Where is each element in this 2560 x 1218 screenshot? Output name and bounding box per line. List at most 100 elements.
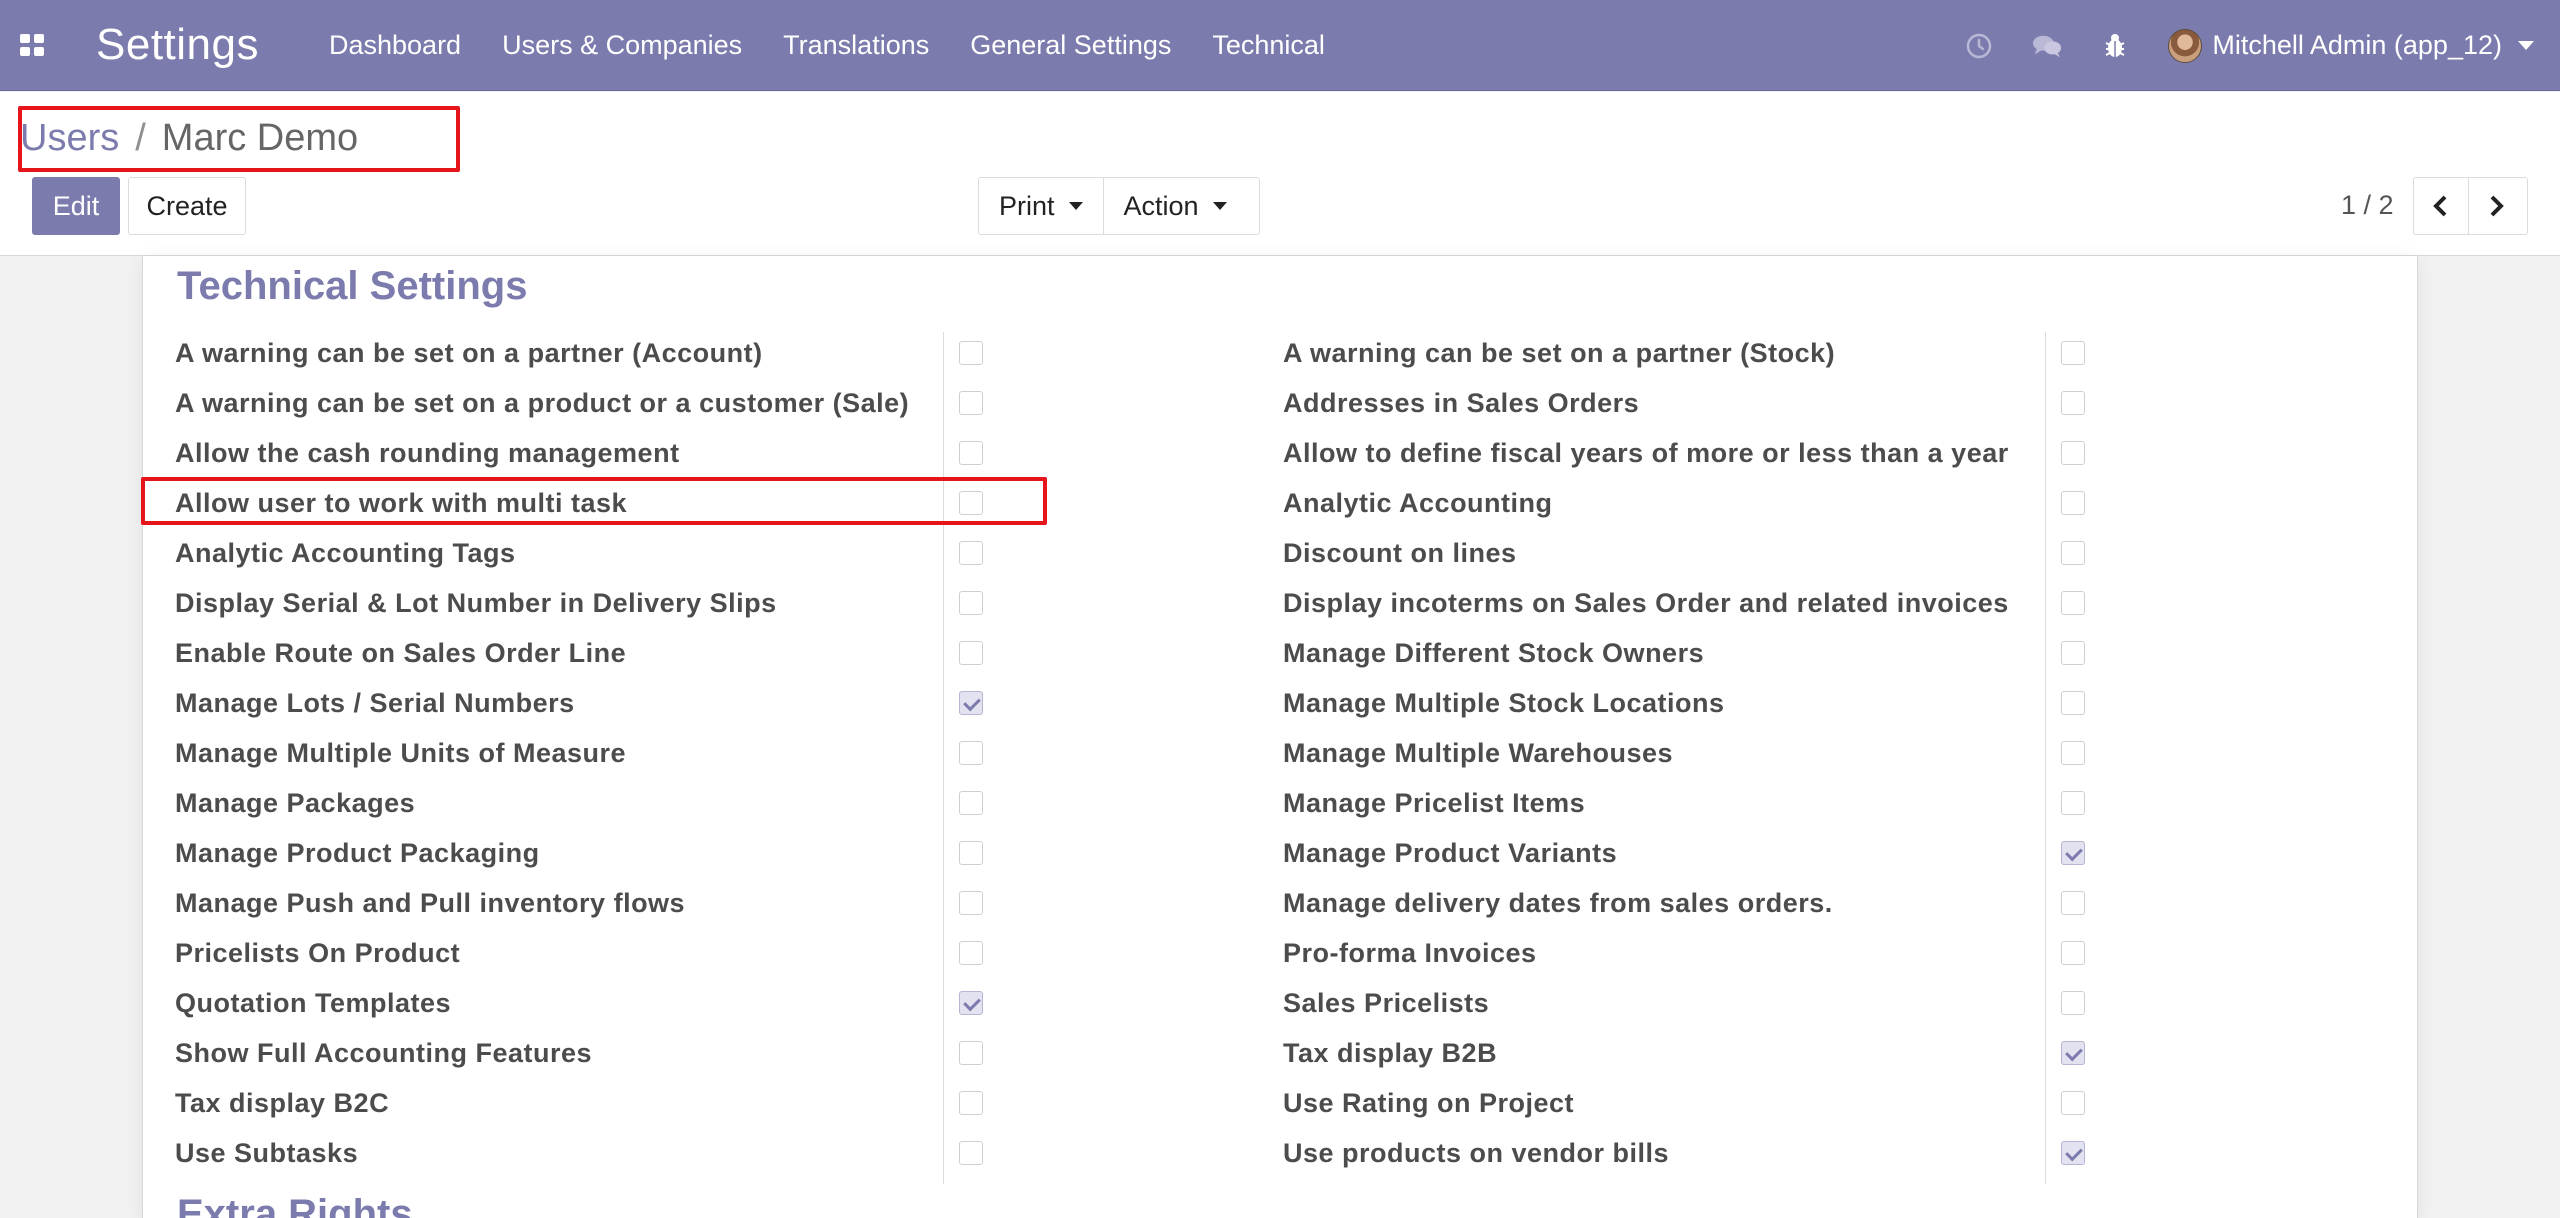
pager-previous-button[interactable] — [2414, 178, 2468, 234]
setting-checkbox[interactable] — [959, 1041, 983, 1065]
breadcrumb-users-link[interactable]: Users — [20, 117, 119, 160]
setting-label: Manage Lots / Serial Numbers — [175, 687, 575, 718]
setting-label: Manage delivery dates from sales orders. — [1283, 887, 1833, 918]
setting-label: Display incoterms on Sales Order and rel… — [1283, 587, 2009, 618]
edit-button[interactable]: Edit — [32, 177, 120, 235]
chevron-right-icon — [2490, 195, 2504, 217]
chat-icon[interactable] — [2032, 31, 2062, 61]
chevron-down-icon — [2518, 41, 2534, 50]
setting-checkbox[interactable] — [2061, 1141, 2085, 1165]
setting-checkbox[interactable] — [2061, 741, 2085, 765]
setting-checkbox[interactable] — [2061, 691, 2085, 715]
chevron-left-icon — [2433, 195, 2447, 217]
action-label: Action — [1123, 190, 1199, 221]
menu-technical[interactable]: Technical — [1212, 30, 1325, 61]
user-menu[interactable]: Mitchell Admin (app_12) — [2168, 28, 2534, 63]
setting-checkbox[interactable] — [959, 641, 983, 665]
setting-checkbox[interactable] — [959, 491, 983, 515]
setting-checkbox[interactable] — [2061, 591, 2085, 615]
setting-label: A warning can be set on a partner (Stock… — [1283, 337, 1836, 368]
setting-row: Manage Lots / Serial Numbers — [175, 678, 575, 728]
setting-label: Manage Packages — [175, 787, 416, 818]
setting-checkbox[interactable] — [2061, 1091, 2085, 1115]
setting-row: Discount on lines — [1283, 528, 1517, 578]
setting-label: Manage Pricelist Items — [1283, 787, 1586, 818]
setting-checkbox[interactable] — [2061, 541, 2085, 565]
setting-row: Manage Multiple Stock Locations — [1283, 678, 1725, 728]
menu-dashboard[interactable]: Dashboard — [329, 30, 461, 61]
setting-row: Use Subtasks — [175, 1128, 358, 1178]
setting-checkbox[interactable] — [959, 391, 983, 415]
breadcrumb: Users / Marc Demo — [20, 108, 358, 168]
setting-row: Manage Different Stock Owners — [1283, 628, 1704, 678]
menu-translations[interactable]: Translations — [783, 30, 929, 61]
setting-row: A warning can be set on a partner (Stock… — [1283, 328, 1835, 378]
setting-checkbox[interactable] — [959, 841, 983, 865]
sidebar-actions: Print Action — [978, 177, 1260, 235]
setting-row: Sales Pricelists — [1283, 978, 1489, 1028]
setting-row: Manage Multiple Units of Measure — [175, 728, 626, 778]
setting-checkbox[interactable] — [959, 991, 983, 1015]
apps-menu-icon[interactable] — [20, 34, 44, 56]
setting-checkbox[interactable] — [2061, 1041, 2085, 1065]
setting-row: Manage Multiple Warehouses — [1283, 728, 1673, 778]
setting-checkbox[interactable] — [2061, 841, 2085, 865]
setting-checkbox[interactable] — [959, 1091, 983, 1115]
menu-users-companies[interactable]: Users & Companies — [502, 30, 742, 61]
pager-next-button[interactable] — [2468, 178, 2523, 234]
setting-row: Allow the cash rounding management — [175, 428, 680, 478]
breadcrumb-current: Marc Demo — [161, 116, 359, 159]
app-title[interactable]: Settings — [96, 20, 259, 70]
print-dropdown[interactable]: Print — [979, 178, 1103, 234]
setting-checkbox[interactable] — [959, 1141, 983, 1165]
bug-icon[interactable] — [2100, 31, 2130, 61]
setting-row: Enable Route on Sales Order Line — [175, 628, 626, 678]
setting-row: Analytic Accounting Tags — [175, 528, 516, 578]
setting-checkbox[interactable] — [2061, 991, 2085, 1015]
setting-checkbox[interactable] — [959, 341, 983, 365]
setting-checkbox[interactable] — [2061, 791, 2085, 815]
setting-checkbox[interactable] — [959, 591, 983, 615]
clock-icon[interactable] — [1964, 31, 1994, 61]
setting-row: Manage delivery dates from sales orders. — [1283, 878, 1833, 928]
setting-label: Quotation Templates — [175, 987, 452, 1018]
setting-checkbox[interactable] — [959, 741, 983, 765]
pager-value[interactable]: 1 / 2 — [2341, 190, 2394, 221]
setting-checkbox[interactable] — [959, 941, 983, 965]
setting-row: Manage Product Packaging — [175, 828, 540, 878]
menu-general-settings[interactable]: General Settings — [970, 30, 1171, 61]
setting-checkbox[interactable] — [2061, 941, 2085, 965]
create-button[interactable]: Create — [128, 177, 246, 235]
setting-row: Addresses in Sales Orders — [1283, 378, 1639, 428]
column-divider-right — [2045, 332, 2046, 1184]
setting-label: Use products on vendor bills — [1283, 1137, 1670, 1168]
setting-checkbox[interactable] — [959, 791, 983, 815]
setting-checkbox[interactable] — [2061, 441, 2085, 465]
setting-row: Analytic Accounting — [1283, 478, 1553, 528]
setting-checkbox[interactable] — [2061, 891, 2085, 915]
setting-label: Pricelists On Product — [175, 937, 461, 968]
setting-checkbox[interactable] — [959, 891, 983, 915]
systray: Mitchell Admin (app_12) — [1964, 0, 2560, 91]
setting-row: Tax display B2C — [175, 1078, 389, 1128]
setting-checkbox[interactable] — [2061, 391, 2085, 415]
setting-checkbox[interactable] — [2061, 341, 2085, 365]
setting-checkbox[interactable] — [2061, 641, 2085, 665]
setting-checkbox[interactable] — [959, 691, 983, 715]
setting-label: Enable Route on Sales Order Line — [175, 637, 627, 668]
setting-label: Manage Different Stock Owners — [1283, 637, 1705, 668]
setting-row: Pricelists On Product — [175, 928, 460, 978]
setting-checkbox[interactable] — [2061, 491, 2085, 515]
top-navbar: Settings Dashboard Users & Companies Tra… — [0, 0, 2560, 91]
setting-label: Allow user to work with multi task — [175, 487, 628, 518]
avatar — [2168, 28, 2203, 63]
setting-checkbox[interactable] — [959, 441, 983, 465]
setting-label: A warning can be set on a product or a c… — [175, 387, 910, 418]
column-divider-left — [943, 332, 944, 1184]
action-dropdown[interactable]: Action — [1102, 178, 1247, 234]
setting-label: Manage Product Packaging — [175, 837, 540, 868]
setting-row: A warning can be set on a partner (Accou… — [175, 328, 763, 378]
setting-checkbox[interactable] — [959, 541, 983, 565]
setting-label: Analytic Accounting Tags — [175, 537, 516, 568]
setting-label: Discount on lines — [1283, 537, 1517, 568]
